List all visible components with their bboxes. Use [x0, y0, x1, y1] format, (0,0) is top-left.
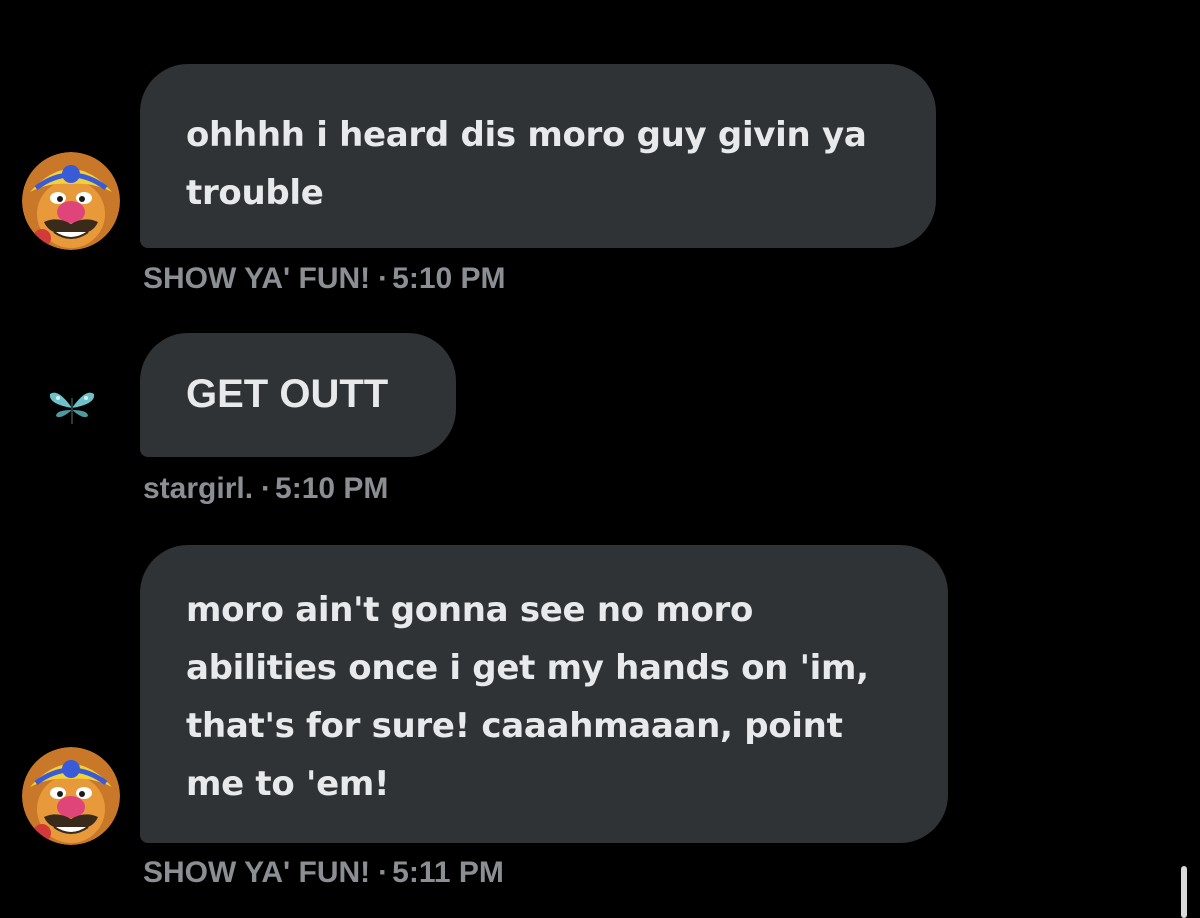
wario-avatar-icon[interactable]: [22, 747, 120, 845]
message-time: 5:10 PM: [275, 472, 389, 505]
meta-separator: ·: [261, 472, 272, 505]
meta-separator: ·: [378, 856, 389, 889]
butterfly-avatar-icon[interactable]: [44, 380, 100, 436]
sender-name[interactable]: SHOW YA' FUN!: [143, 856, 370, 889]
message-text: moro ain't gonna see no moro abilities o…: [186, 590, 869, 804]
message-text: GET OUTT: [186, 372, 389, 416]
message-bubble[interactable]: ohhhh i heard dis moro guy givin ya trou…: [140, 64, 936, 248]
message-bubble[interactable]: GET OUTT: [140, 333, 456, 457]
message-text: ohhhh i heard dis moro guy givin ya trou…: [186, 115, 867, 213]
message-bubble[interactable]: moro ain't gonna see no moro abilities o…: [140, 545, 948, 843]
sender-name[interactable]: SHOW YA' FUN!: [143, 262, 370, 295]
wario-avatar-icon[interactable]: [22, 152, 120, 250]
message-time: 5:11 PM: [392, 856, 504, 889]
message-meta: SHOW YA' FUN! · 5:11 PM: [143, 856, 504, 890]
sender-name[interactable]: stargirl.: [143, 472, 253, 505]
message-meta: stargirl. · 5:10 PM: [143, 472, 388, 506]
message-meta: SHOW YA' FUN! · 5:10 PM: [143, 262, 506, 296]
meta-separator: ·: [378, 262, 389, 295]
message-time: 5:10 PM: [392, 262, 506, 295]
scrollbar[interactable]: [1181, 866, 1187, 918]
